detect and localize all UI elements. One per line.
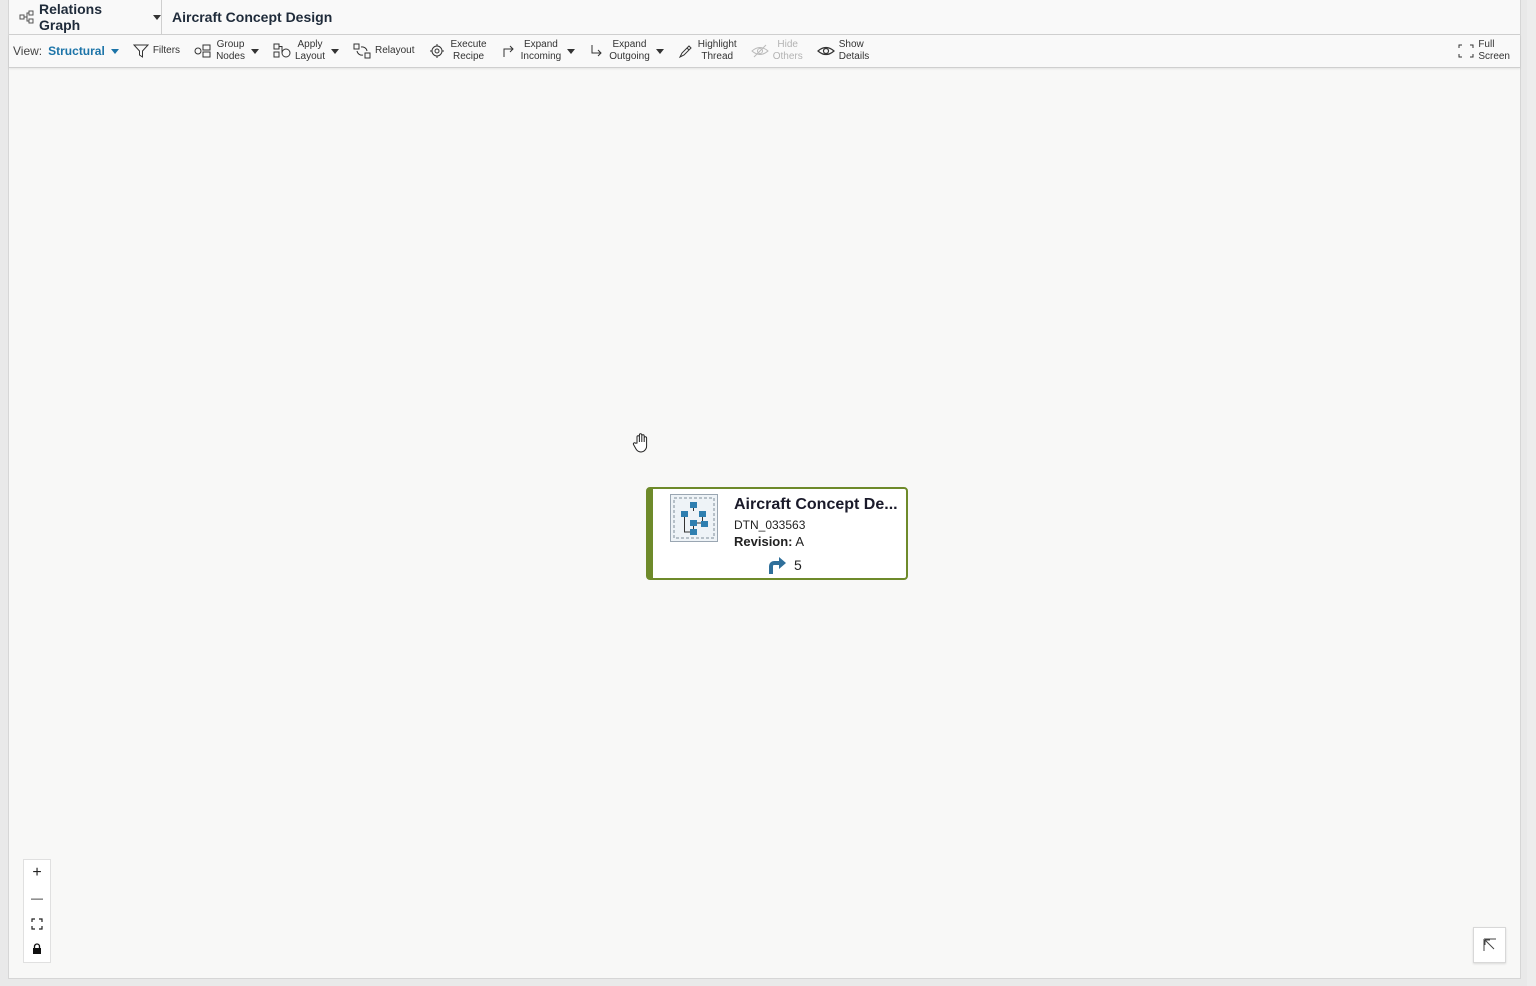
chevron-down-icon <box>153 14 161 20</box>
relayout-label: Relayout <box>375 45 415 56</box>
title-bar: Relations Graph Aircraft Concept Design <box>9 0 1520 35</box>
relation-arrow-icon <box>769 557 786 574</box>
chevron-down-icon[interactable] <box>331 48 339 54</box>
show-details-button[interactable]: Show Details <box>816 39 870 63</box>
group-nodes-label-1: Group <box>216 39 245 50</box>
zoom-out-button[interactable]: — <box>24 886 50 912</box>
expand-incoming-label-2: Incoming <box>520 51 562 62</box>
lock-icon <box>33 943 41 955</box>
relayout-icon <box>353 43 371 59</box>
hide-others-button: Hide Others <box>750 39 803 63</box>
layout-icon <box>273 43 291 58</box>
revision-label: Revision: <box>734 534 793 549</box>
chevron-down-icon <box>110 48 119 54</box>
view-selector[interactable]: Structural <box>48 44 119 58</box>
execute-recipe-button[interactable]: Execute Recipe <box>428 39 487 63</box>
apply-layout-button[interactable]: Apply Layout <box>273 39 339 63</box>
highlight-thread-button[interactable]: Highlight Thread <box>678 39 737 63</box>
app-name: Relations Graph <box>38 1 102 33</box>
relayout-button[interactable]: Relayout <box>353 43 414 59</box>
expand-outgoing-label-1: Expand <box>612 39 647 50</box>
view-value: Structural <box>48 44 105 58</box>
revision-value: A <box>795 534 805 549</box>
expand-incoming-icon <box>503 45 514 57</box>
expand-incoming-button[interactable]: Expand Incoming <box>501 39 576 63</box>
execute-recipe-label-2: Recipe <box>452 51 485 62</box>
zoom-in-button[interactable]: + <box>24 860 50 886</box>
full-screen-label-2: Screen <box>1478 51 1510 62</box>
node-revision: Revision: A <box>734 534 804 549</box>
expand-outgoing-label-2: Outgoing <box>609 51 650 62</box>
chevron-down-icon[interactable] <box>250 48 259 54</box>
graph-node[interactable]: Aircraft Concept De... DTN_033563 Revisi… <box>646 487 908 580</box>
highlight-thread-label-1: Highlight <box>697 39 737 50</box>
filters-button[interactable]: Filters <box>132 43 181 59</box>
full-screen-icon <box>1458 44 1474 58</box>
group-nodes-icon <box>194 44 211 58</box>
relation-count[interactable]: 5 <box>766 555 802 575</box>
apply-layout-label-1: Apply <box>297 39 323 50</box>
expand-outgoing-button[interactable]: Expand Outgoing <box>589 39 664 63</box>
graph-icon <box>19 10 34 24</box>
highlighter-icon <box>678 45 692 59</box>
lock-button[interactable] <box>24 937 50 963</box>
overview-toggle-button[interactable] <box>1473 927 1506 963</box>
apply-layout-label-2: Layout <box>294 51 325 62</box>
relation-count-value: 5 <box>794 557 802 573</box>
structure-icon <box>670 494 718 542</box>
chevron-down-icon[interactable] <box>567 48 576 54</box>
view-label: View: <box>13 44 43 58</box>
hide-others-label-2: Others <box>772 51 803 62</box>
fit-to-screen-button[interactable] <box>24 911 50 937</box>
eye-icon <box>816 46 835 56</box>
group-nodes-button[interactable]: Group Nodes <box>194 39 259 63</box>
window-scrollbar[interactable] <box>1527 0 1536 986</box>
expand-incoming-label-1: Expand <box>523 39 558 50</box>
show-details-label-2: Details <box>838 51 870 62</box>
filters-label: Filters <box>152 45 181 56</box>
zoom-controls: + — <box>23 859 51 963</box>
chevron-down-icon[interactable] <box>655 48 664 54</box>
node-title: Aircraft Concept De... <box>734 496 898 513</box>
group-nodes-label-2: Nodes <box>216 51 245 62</box>
expand-outgoing-icon <box>591 45 602 57</box>
full-screen-button[interactable]: Full Screen <box>1458 39 1510 63</box>
execute-recipe-label-1: Execute <box>450 39 487 50</box>
hide-others-label-1: Hide <box>777 39 798 50</box>
graph-canvas[interactable]: Aircraft Concept De... DTN_033563 Revisi… <box>9 69 1520 979</box>
show-details-label-1: Show <box>838 39 864 50</box>
recipe-icon <box>430 44 445 58</box>
full-screen-label-1: Full <box>1478 39 1495 50</box>
graph-frame: Relations Graph Aircraft Concept Design … <box>8 0 1521 979</box>
page-title: Aircraft Concept Design <box>172 9 333 25</box>
highlight-thread-label-2: Thread <box>701 51 734 62</box>
node-id: DTN_033563 <box>734 518 806 532</box>
expand-corner-icon <box>1483 938 1496 951</box>
hand-cursor-icon <box>632 433 648 453</box>
app-switcher[interactable]: Relations Graph <box>11 0 162 34</box>
eye-off-icon <box>750 44 769 58</box>
fit-screen-icon <box>31 918 43 930</box>
filter-icon <box>132 44 149 58</box>
toolbar: View: Structural Filters Group Nodes App… <box>9 35 1520 68</box>
